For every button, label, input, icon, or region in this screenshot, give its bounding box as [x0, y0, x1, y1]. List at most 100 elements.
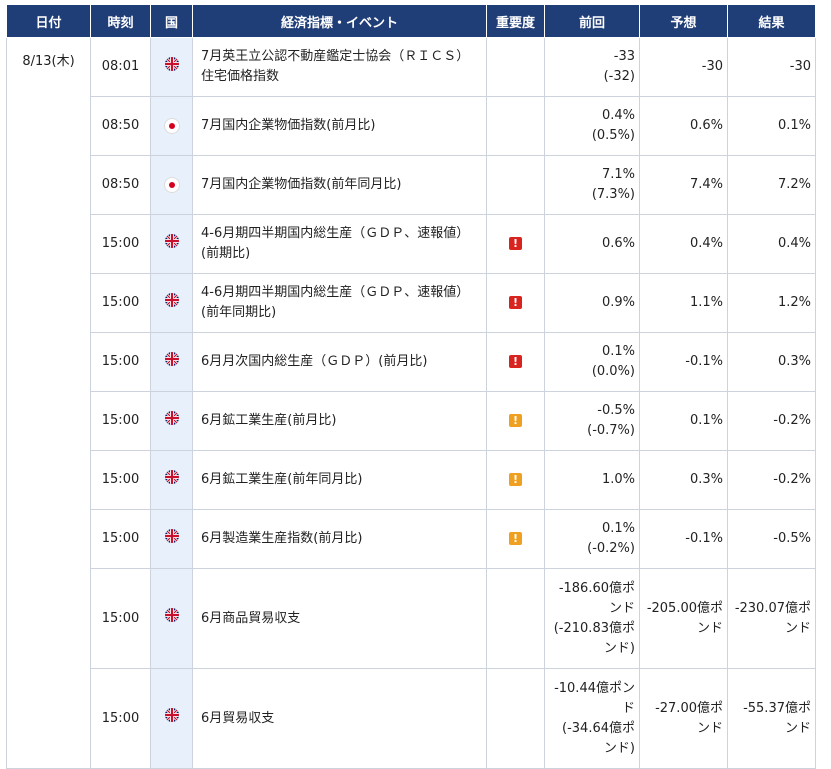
previous-value: -0.5% [597, 403, 635, 418]
result-cell: 7.2% [727, 155, 816, 215]
forecast-cell: -0.1% [639, 332, 728, 392]
previous-cell: -186.60億ポンド (-210.83億ポンド) [544, 568, 640, 669]
table-row[interactable]: 8/13(木) 08:01 7月英王立公認不動産鑑定士協会（ＲＩＣＳ）住宅価格指… [6, 37, 816, 769]
forecast-cell: 0.4% [639, 214, 728, 274]
result-cell: -0.2% [727, 391, 816, 451]
event-cell[interactable]: 6月鉱工業生産(前年同月比) [192, 450, 487, 510]
previous-cell: 1.0% [544, 450, 640, 510]
time-cell: 15:00 [90, 391, 151, 451]
table-row[interactable]: 15:00 6月鉱工業生産(前年同月比) ! 1.0% 0.3% -0.2% [7, 450, 816, 510]
col-header-previous[interactable]: 前回 [544, 4, 640, 38]
japan-flag-icon [163, 117, 180, 134]
col-header-forecast[interactable]: 予想 [639, 4, 728, 38]
previous-revised: (0.0%) [591, 364, 635, 379]
event-cell[interactable]: 6月商品貿易収支 [192, 568, 487, 669]
date-label: 8/13(木) [22, 54, 75, 69]
previous-revised: (-0.7%) [587, 423, 635, 438]
previous-cell: 0.1% (-0.2%) [544, 509, 640, 569]
country-cell [150, 668, 193, 769]
table-row[interactable]: 15:00 4-6月期四半期国内総生産（ＧＤＰ、速報値）(前期比) ! 0.6%… [7, 214, 816, 274]
time-cell: 15:00 [90, 568, 151, 669]
col-header-date[interactable]: 日付 [6, 4, 91, 38]
japan-flag-icon [163, 176, 180, 193]
event-cell[interactable]: 7月英王立公認不動産鑑定士協会（ＲＩＣＳ）住宅価格指数 [192, 37, 487, 97]
uk-flag-icon [164, 233, 179, 255]
table-row[interactable]: 15:00 6月製造業生産指数(前月比) ! 0.1% (-0.2%) -0.1%… [7, 509, 816, 569]
result-cell: -230.07億ポンド [727, 568, 816, 669]
event-cell[interactable]: 4-6月期四半期国内総生産（ＧＤＰ、速報値）(前年同期比) [192, 273, 487, 333]
country-cell [150, 332, 193, 392]
col-header-time[interactable]: 時刻 [90, 4, 151, 38]
date-cell: 8/13(木) [6, 37, 91, 769]
col-header-event[interactable]: 経済指標・イベント [192, 4, 487, 38]
event-cell[interactable]: 7月国内企業物価指数(前月比) [192, 96, 487, 156]
col-header-importance[interactable]: 重要度 [486, 4, 545, 38]
previous-value: 0.1% [601, 344, 635, 359]
col-header-result[interactable]: 結果 [727, 4, 816, 38]
time-cell: 15:00 [90, 509, 151, 569]
importance-cell: ! [486, 332, 545, 392]
forecast-cell: 0.6% [639, 96, 728, 156]
previous-value: 0.1% [601, 521, 635, 536]
importance-medium-icon: ! [509, 414, 522, 427]
forecast-cell: 7.4% [639, 155, 728, 215]
event-cell[interactable]: 6月鉱工業生産(前月比) [192, 391, 487, 451]
forecast-cell: 0.1% [639, 391, 728, 451]
result-cell: -0.5% [727, 509, 816, 569]
time-cell: 15:00 [90, 214, 151, 274]
uk-flag-icon [164, 608, 179, 629]
importance-cell: ! [486, 273, 545, 333]
col-header-country[interactable]: 国 [150, 4, 193, 38]
importance-cell [486, 668, 545, 769]
country-cell [150, 273, 193, 333]
previous-cell: 0.4% (0.5%) [544, 96, 640, 156]
importance-cell [486, 37, 545, 97]
importance-cell [486, 155, 545, 215]
time-cell: 15:00 [90, 273, 151, 333]
table-row[interactable]: 08:50 7月国内企業物価指数(前年同月比) 7.1% (7.3%) 7.4% … [7, 155, 816, 215]
uk-flag-icon [164, 56, 179, 78]
event-cell[interactable]: 6月製造業生産指数(前月比) [192, 509, 487, 569]
time-cell: 08:01 [90, 37, 151, 97]
previous-revised: (0.5%) [591, 128, 635, 143]
event-cell[interactable]: 6月月次国内総生産（ＧＤＰ）(前月比) [192, 332, 487, 392]
previous-value: 0.9% [601, 295, 635, 310]
event-cell[interactable]: 4-6月期四半期国内総生産（ＧＤＰ、速報値）(前期比) [192, 214, 487, 274]
importance-medium-icon: ! [509, 473, 522, 486]
previous-value: 0.4% [601, 108, 635, 123]
previous-value: 7.1% [601, 167, 635, 182]
previous-value: -10.44億ポンド [554, 680, 635, 716]
uk-flag-icon [164, 528, 179, 550]
table-row[interactable]: 15:00 6月鉱工業生産(前月比) ! -0.5% (-0.7%) 0.1% -… [7, 391, 816, 451]
country-cell [150, 391, 193, 451]
time-cell: 08:50 [90, 155, 151, 215]
previous-value: -186.60億ポンド [558, 580, 635, 616]
uk-flag-icon [164, 410, 179, 432]
previous-revised: (7.3%) [591, 187, 635, 202]
country-cell [150, 509, 193, 569]
forecast-cell: 0.3% [639, 450, 728, 510]
table-row[interactable]: 08:50 7月国内企業物価指数(前月比) 0.4% (0.5%) 0.6% 0.… [7, 96, 816, 156]
country-cell [150, 568, 193, 669]
result-cell: 0.1% [727, 96, 816, 156]
table-row[interactable]: 15:00 6月商品貿易収支 -186.60億ポンド (-210.83億ポンド) … [7, 568, 816, 669]
previous-cell: 0.1% (0.0%) [544, 332, 640, 392]
time-cell: 15:00 [90, 332, 151, 392]
result-cell: 0.3% [727, 332, 816, 392]
previous-cell: 7.1% (7.3%) [544, 155, 640, 215]
importance-cell: ! [486, 214, 545, 274]
result-cell: 0.4% [727, 214, 816, 274]
forecast-cell: -205.00億ポンド [639, 568, 728, 669]
time-cell: 15:00 [90, 668, 151, 769]
forecast-cell: -0.1% [639, 509, 728, 569]
importance-high-icon: ! [509, 296, 522, 309]
table-row[interactable]: 15:00 6月月次国内総生産（ＧＤＰ）(前月比) ! 0.1% (0.0%) -… [7, 332, 816, 392]
event-cell[interactable]: 7月国内企業物価指数(前年同月比) [192, 155, 487, 215]
forecast-cell: 1.1% [639, 273, 728, 333]
table-row[interactable]: 15:00 4-6月期四半期国内総生産（ＧＤＰ、速報値）(前年同期比) ! 0.… [7, 273, 816, 333]
event-cell[interactable]: 6月貿易収支 [192, 668, 487, 769]
previous-revised: (-0.2%) [587, 541, 635, 556]
table-row[interactable]: 15:00 6月貿易収支 -10.44億ポンド (-34.64億ポンド) -27.… [7, 668, 816, 769]
previous-cell: -0.5% (-0.7%) [544, 391, 640, 451]
importance-cell [486, 96, 545, 156]
